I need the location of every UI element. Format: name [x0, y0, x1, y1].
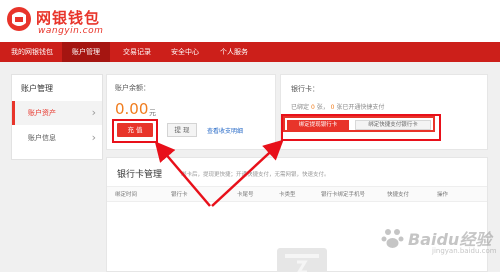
sidebar-item-label: 账户信息 — [28, 134, 56, 142]
balance-amount: 0.00 — [115, 100, 149, 118]
col-card-tail: 卡尾号 — [237, 192, 254, 198]
view-detail-link[interactable]: 查看收支明细 — [207, 126, 243, 135]
nav-item-personal[interactable]: 个人服务 — [210, 42, 258, 62]
paw-logo-icon — [381, 229, 404, 248]
bank-count-mid: 张， — [316, 104, 329, 111]
main-nav: 我的网银钱包 账户管理 交易记录 安全中心 个人服务 — [0, 42, 500, 62]
highlight-charge-box — [112, 119, 158, 143]
col-card-type: 卡类型 — [279, 192, 296, 198]
header: 网银钱包 wangyin.com — [0, 0, 500, 42]
nav-item-account-manage[interactable]: 账户管理 — [62, 42, 110, 62]
col-bind-time: 绑定时间 — [115, 192, 138, 198]
bank-count-quick: 0 — [330, 104, 335, 111]
nav-item-security[interactable]: 安全中心 — [162, 42, 208, 62]
chevron-right-icon: › — [91, 131, 96, 144]
brand-name: 网银钱包 — [36, 9, 101, 27]
bank-manage-title: 银行卡管理 — [117, 170, 163, 180]
sidebar-item-info[interactable]: 账户信息 › — [12, 126, 102, 150]
col-quickpay: 快捷支付 — [387, 192, 410, 198]
sidebar-title: 账户管理 — [21, 84, 53, 93]
brand-domain: wangyin.com — [38, 26, 104, 36]
brand-logo[interactable]: 网银钱包 wangyin.com — [6, 5, 166, 41]
bank-count-prefix: 已绑定 — [291, 104, 310, 111]
wallet-logo-icon — [7, 7, 31, 31]
chevron-right-icon: › — [91, 106, 96, 119]
bank-count-bound: 0 — [310, 104, 315, 111]
sidebar: 账户管理 账户资产 › 账户信息 › — [11, 74, 103, 160]
bank-card-count: 已绑定 0 张， 0 张已开通快捷支付 — [291, 102, 384, 111]
bank-count-suffix: 张已开通快捷支付 — [336, 104, 385, 111]
nav-item-my-wallet[interactable]: 我的网银钱包 — [4, 42, 60, 62]
watermark-sub: jingyan.baidu.com — [432, 247, 497, 255]
empty-card-icon — [277, 248, 327, 272]
withdraw-button[interactable]: 提 现 — [167, 123, 197, 137]
balance-label: 账户余额： — [115, 84, 150, 92]
sidebar-item-assets[interactable]: 账户资产 › — [12, 101, 102, 125]
col-actions: 操作 — [437, 192, 449, 198]
highlight-bind-box — [281, 114, 441, 141]
balance-unit: 元 — [149, 109, 156, 117]
bank-card-label: 银行卡： — [291, 85, 319, 93]
col-bank-card: 银行卡 — [171, 192, 188, 198]
baidu-watermark: Baidu经验 jingyan.baidu.com — [380, 222, 498, 262]
bank-manage-desc: 绑卡后，提现更快捷；开通快捷支付，无需网银，快速支付。 — [181, 172, 330, 178]
bank-table-header: 绑定时间 银行卡 卡尾号 卡类型 银行卡绑定手机号 快捷支付 操作 — [107, 186, 487, 202]
sidebar-item-label: 账户资产 — [28, 109, 56, 117]
col-bound-phone: 银行卡绑定手机号 — [321, 192, 366, 198]
nav-item-transactions[interactable]: 交易记录 — [114, 42, 160, 62]
